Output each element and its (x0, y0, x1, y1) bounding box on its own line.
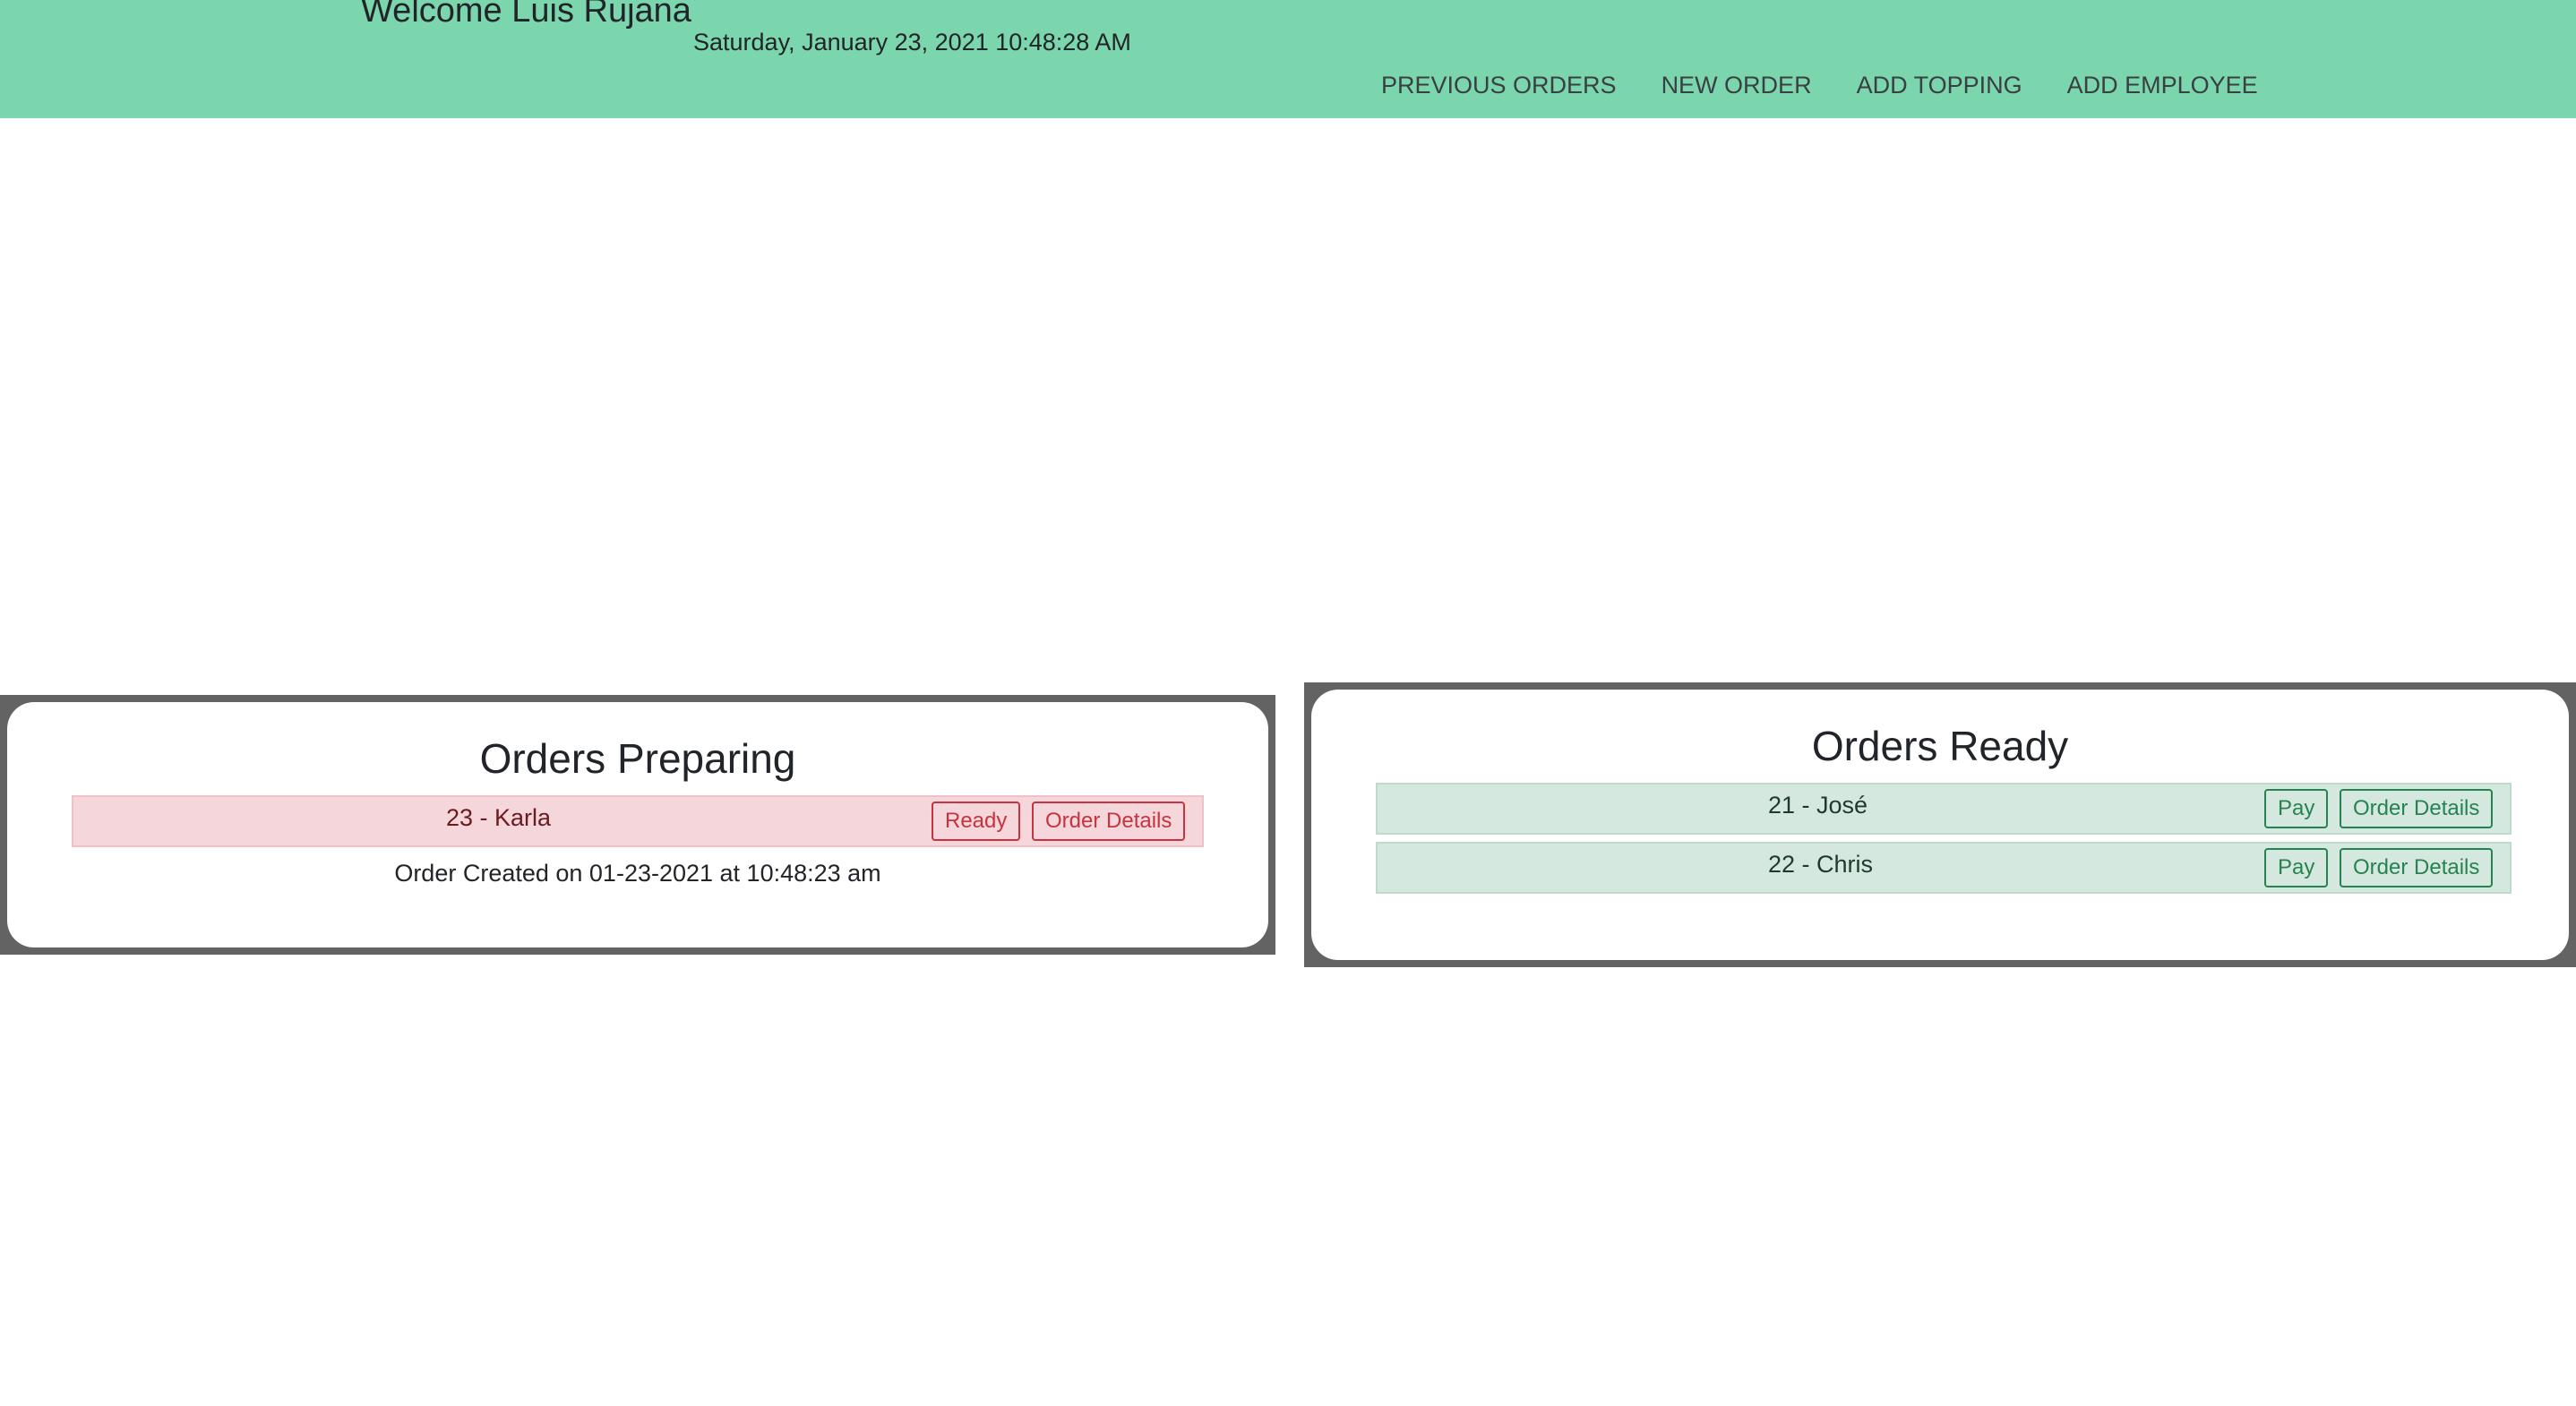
preparing-order-label: 23 - Karla (446, 804, 552, 831)
order-details-button[interactable]: Order Details (2340, 848, 2494, 887)
ready-order-row: 21 - José Pay Order Details (1376, 783, 2512, 835)
orders-ready-frame: Orders Ready 21 - José Pay Order Details… (1304, 682, 2576, 967)
nav-new-order[interactable]: NEW ORDER (1639, 72, 1834, 99)
nav-add-topping[interactable]: ADD TOPPING (1834, 72, 2045, 99)
page: Welcome Luis Rujana Saturday, January 23… (0, 0, 2576, 1406)
orders-preparing-title: Orders Preparing (479, 735, 796, 782)
preparing-order-row: 23 - Karla Ready Order Details (72, 795, 1204, 847)
order-details-button[interactable]: Order Details (2340, 789, 2494, 828)
orders-ready-title: Orders Ready (1811, 723, 2069, 769)
ready-order-row: 22 - Chris Pay Order Details (1376, 842, 2512, 894)
welcome-message: Welcome Luis Rujana (361, 0, 691, 30)
order-details-button[interactable]: Order Details (1032, 802, 1186, 841)
current-datetime: Saturday, January 23, 2021 10:48:28 AM (693, 29, 1131, 56)
orders-ready-panel: Orders Ready 21 - José Pay Order Details… (1311, 690, 2569, 960)
top-header: Welcome Luis Rujana Saturday, January 23… (0, 0, 2576, 118)
orders-preparing-panel: Orders Preparing 23 - Karla Ready Order … (7, 702, 1268, 947)
nav-add-employee[interactable]: ADD EMPLOYEE (2045, 72, 2280, 99)
pay-button[interactable]: Pay (2264, 789, 2329, 828)
ready-order-label: 21 - José (1768, 792, 1868, 819)
orders-preparing-frame: Orders Preparing 23 - Karla Ready Order … (0, 695, 1275, 955)
ready-button[interactable]: Ready (932, 802, 1021, 841)
order-created-text: Order Created on 01-23-2021 at 10:48:23 … (394, 860, 881, 887)
ready-order-label: 22 - Chris (1768, 851, 1874, 878)
nav-previous-orders[interactable]: PREVIOUS ORDERS (1370, 72, 1639, 99)
main-nav: PREVIOUS ORDERS NEW ORDER ADD TOPPING AD… (1370, 72, 2280, 99)
pay-button[interactable]: Pay (2264, 848, 2329, 887)
